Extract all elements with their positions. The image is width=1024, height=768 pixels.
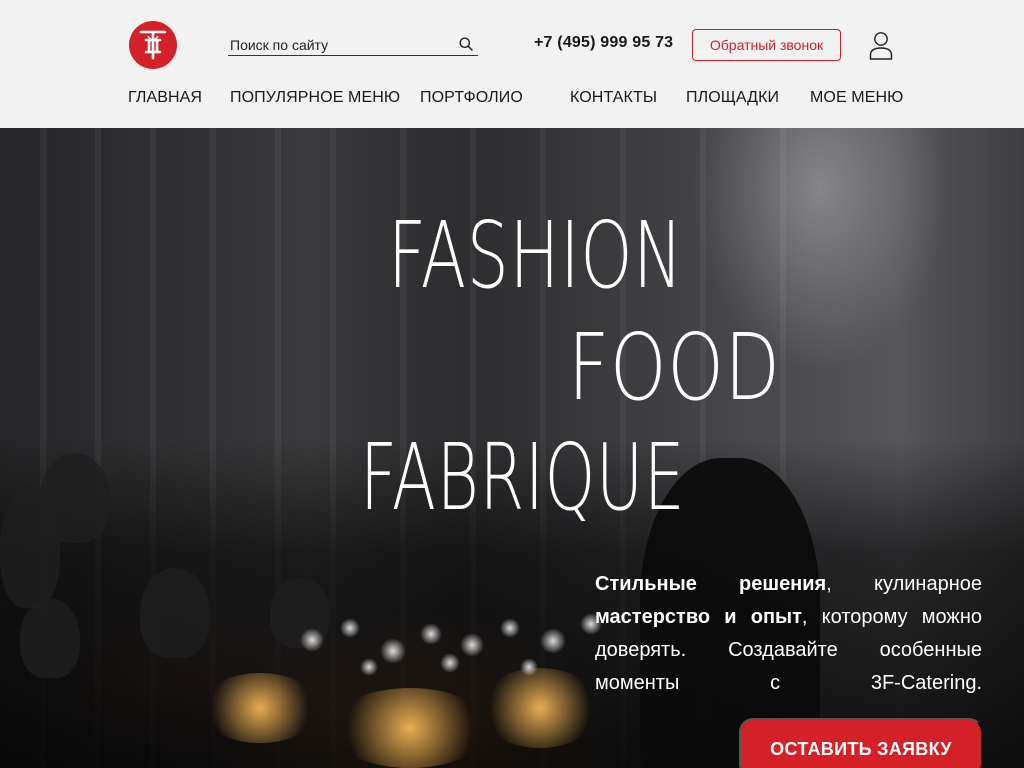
hero-title-line-2: FOOD xyxy=(568,314,781,421)
tagline-bold-2: мастерство и опыт xyxy=(595,606,802,628)
search-input[interactable] xyxy=(230,35,450,55)
callback-button[interactable]: Обратный звонок xyxy=(692,29,841,61)
nav-item-portfolio[interactable]: ПОРТФОЛИО xyxy=(420,89,523,107)
hero-banner: FASHION FOOD FABRIQUE Стильные решения, … xyxy=(0,128,1024,768)
nav-item-contacts[interactable]: КОНТАКТЫ xyxy=(570,89,657,107)
nav-item-popular-menu[interactable]: ПОПУЛЯРНОЕ МЕНЮ xyxy=(230,89,400,107)
phone-link[interactable]: +7 (495) 999 95 73 xyxy=(534,34,673,52)
search-icon[interactable] xyxy=(459,37,473,51)
site-search xyxy=(228,33,478,56)
nav-item-my-menu[interactable]: МОЕ МЕНЮ xyxy=(810,89,903,107)
nav-item-home[interactable]: ГЛАВНАЯ xyxy=(128,89,202,107)
submit-request-button[interactable]: ОСТАВИТЬ ЗАЯВКУ xyxy=(739,718,983,768)
site-header: +7 (495) 999 95 73 Обратный звонок ГЛАВН… xyxy=(0,0,1024,128)
logo-icon xyxy=(139,30,167,60)
nav-item-venues[interactable]: ПЛОЩАДКИ xyxy=(686,89,779,107)
main-nav: ГЛАВНАЯ ПОПУЛЯРНОЕ МЕНЮ ПОРТФОЛИО КОНТАК… xyxy=(0,89,1024,109)
tagline-bold-1: Стильные решения xyxy=(595,573,827,595)
tagline-text-1: , кулинарное xyxy=(826,573,982,595)
hero-tagline: Стильные решения, кулинарное мастерство … xyxy=(595,568,982,700)
hero-title-line-1: FASHION xyxy=(388,202,684,309)
hero-title-line-3: FABRIQUE xyxy=(360,424,686,531)
site-logo[interactable] xyxy=(129,21,177,69)
user-icon[interactable] xyxy=(869,31,893,60)
